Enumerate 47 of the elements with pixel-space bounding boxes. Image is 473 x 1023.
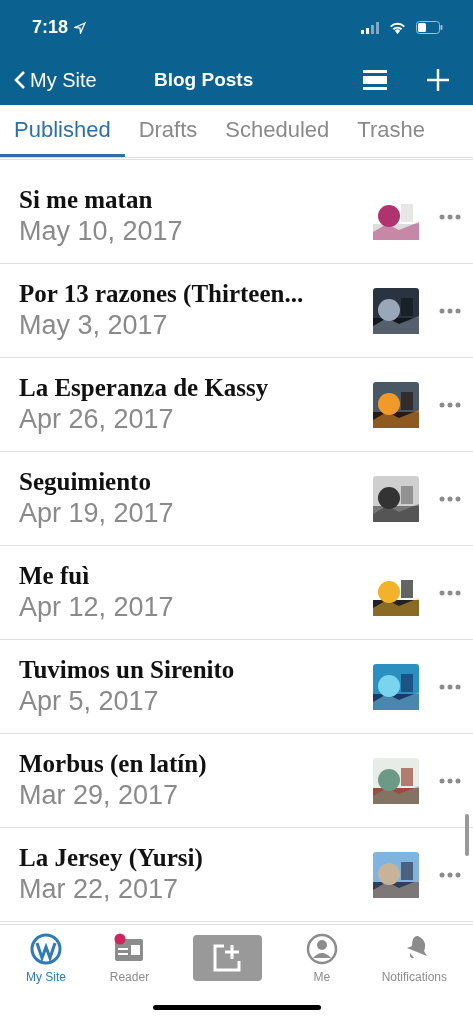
post-title[interactable]: Seguimiento xyxy=(19,468,151,496)
post-title[interactable]: Si me matan xyxy=(19,186,153,214)
user-icon xyxy=(305,932,338,965)
post-date: Apr 19, 2017 xyxy=(19,498,174,529)
tab-bar-item[interactable]: My Site xyxy=(25,932,66,984)
post-date: Mar 29, 2017 xyxy=(19,780,179,811)
signal-icon xyxy=(361,21,379,34)
location-arrow-icon xyxy=(74,21,87,34)
filter-tab[interactable]: Scheduled xyxy=(211,105,344,157)
screen-title: Blog Posts xyxy=(154,69,255,91)
post-title[interactable]: Por 13 razones (Thirteen... xyxy=(19,280,304,308)
post-date: Mar 22, 2017 xyxy=(19,874,179,905)
scroll-indicator xyxy=(465,814,469,856)
more-icon[interactable] xyxy=(439,401,461,408)
status-time: 7:18 xyxy=(32,17,69,38)
post-date: May 10, 2017 xyxy=(19,216,183,247)
post-date: Apr 5, 2017 xyxy=(19,686,159,717)
tab-bar-item[interactable]: Notifications xyxy=(381,932,448,984)
post-title[interactable]: La Esperanza de Kassy xyxy=(19,374,269,402)
post-title[interactable]: La Jersey (Yursi) xyxy=(19,844,203,872)
chevron-left-icon xyxy=(14,70,26,90)
more-icon[interactable] xyxy=(439,683,461,690)
filter-tab[interactable]: Drafts xyxy=(124,105,212,157)
post-title[interactable]: Tuvimos un Sirenito xyxy=(19,656,235,684)
post-date: Apr 12, 2017 xyxy=(19,592,174,623)
tab-bar-item[interactable]: Reader xyxy=(109,932,150,984)
more-icon[interactable] xyxy=(439,777,461,784)
wordpress-icon xyxy=(29,932,62,965)
list-view-icon[interactable] xyxy=(363,70,387,90)
wifi-icon xyxy=(389,21,406,34)
battery-icon xyxy=(416,21,443,34)
write-button[interactable] xyxy=(193,935,262,981)
new-post-icon xyxy=(212,943,243,973)
back-button[interactable]: My Site xyxy=(14,68,154,92)
post-date: Apr 26, 2017 xyxy=(19,404,174,435)
more-icon[interactable] xyxy=(439,213,461,220)
filter-tab[interactable]: Published xyxy=(0,105,125,157)
more-icon[interactable] xyxy=(439,495,461,502)
more-icon[interactable] xyxy=(439,307,461,314)
post-title[interactable]: Me fuì xyxy=(19,562,90,590)
more-icon[interactable] xyxy=(439,871,461,878)
more-icon[interactable] xyxy=(439,589,461,596)
filter-tab[interactable]: Trashe xyxy=(343,105,439,157)
plus-icon[interactable] xyxy=(427,69,449,91)
post-date: May 3, 2017 xyxy=(19,310,168,341)
post-title[interactable]: Morbus (en latín) xyxy=(19,750,207,778)
tab-bar-item[interactable]: Me xyxy=(305,932,338,984)
